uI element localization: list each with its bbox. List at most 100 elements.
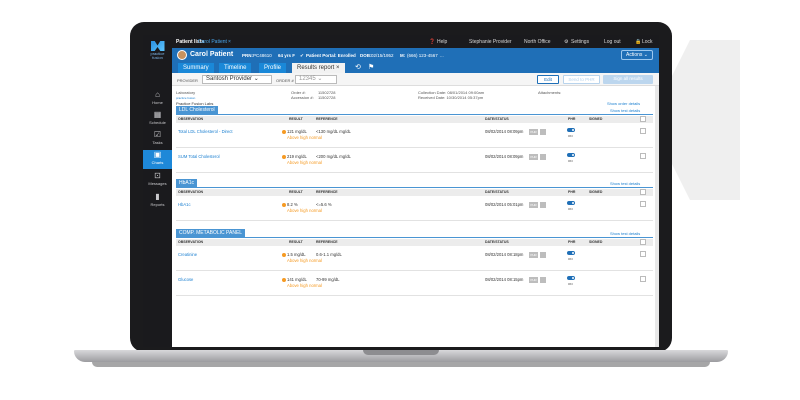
sidebar-item-tasks[interactable]: ☑ Tasks	[143, 130, 172, 149]
col-signed: SIGNED	[589, 190, 603, 194]
abnormal-flag: Above high normal	[287, 135, 322, 140]
lab-logo: practice fusion	[176, 96, 196, 100]
section-title: HbA1c	[176, 179, 198, 187]
dob-value: 02/15/1952	[371, 53, 394, 58]
phr-toggle-label: ON	[568, 282, 573, 286]
show-test-details-link[interactable]: Show test details	[610, 231, 640, 236]
inbox-icon: ⊡	[154, 171, 161, 180]
select-all-checkbox[interactable]	[640, 189, 646, 195]
user-menu[interactable]: Stephanie Provider	[469, 39, 512, 45]
col-reference: REFERENCE	[316, 240, 338, 244]
tab-timeline[interactable]: Timeline	[219, 63, 252, 73]
actions-button[interactable]: Actions ⌄	[621, 50, 653, 60]
attachments-label: Attachments:	[538, 90, 562, 95]
prn-value: PC48610	[253, 53, 272, 58]
tab-results-report[interactable]: Results report ×	[292, 63, 345, 73]
top-bar: Patient lists Carol Patient × ❓ Help Ste…	[172, 35, 659, 48]
table-row[interactable]: HbA1c 8.2 % Above high normal <=5.6 % 08…	[176, 197, 653, 221]
order-select[interactable]: 12345 ⌄	[295, 75, 337, 84]
col-date-status: DATE/STATUS	[485, 240, 509, 244]
accession-number: 11502728	[318, 95, 336, 100]
document-icon[interactable]	[540, 252, 546, 258]
phone-label: M:	[400, 53, 406, 58]
observation-link[interactable]: HbA1c	[178, 202, 191, 207]
document-icon[interactable]	[540, 202, 546, 208]
section-divider	[176, 114, 653, 115]
table-row[interactable]: Creatinine 1.5 mg/dL Above high normal 0…	[176, 247, 653, 271]
phr-toggle[interactable]	[567, 251, 575, 255]
phr-toggle[interactable]	[567, 276, 575, 280]
history-icon[interactable]: ⟲	[355, 63, 361, 71]
accession-label: Accession #:	[291, 95, 314, 100]
col-signed: SIGNED	[589, 240, 603, 244]
result-date: 08/02/2014 05:01pm	[485, 202, 524, 207]
section-title: COMP. METABOLIC PANEL	[176, 229, 246, 237]
reference-range: 0.6-1.1 mg/dL	[316, 252, 342, 257]
signed-checkbox[interactable]	[640, 276, 646, 282]
tab-profile[interactable]: Profile	[259, 63, 287, 73]
signed-checkbox[interactable]	[640, 153, 646, 159]
provider-select[interactable]: Santosh Provider ⌄	[202, 75, 272, 84]
observation-link[interactable]: Total LDL Cholesterol - Direct	[178, 129, 233, 134]
table-row[interactable]: Glucose 141 mg/dL Above high normal 70-9…	[176, 271, 653, 296]
logo-text: practice fusion	[150, 51, 165, 60]
table-row[interactable]: Total LDL Cholesterol - Direct 121 mg/dL…	[176, 124, 653, 148]
portal-check-icon: ✔	[300, 53, 304, 58]
observation-link[interactable]: Creatinine	[178, 252, 197, 257]
order-label: ORDER #	[276, 78, 294, 83]
section-title: LDL Cholesterol	[176, 106, 218, 114]
reference-range: 70-99 mg/dL	[316, 277, 340, 282]
sidebar-item-label: Tasks	[152, 140, 163, 145]
col-date-status: DATE/STATUS	[485, 190, 509, 194]
phr-toggle-label: ON	[568, 207, 573, 211]
tab-summary[interactable]: Summary	[178, 63, 214, 73]
document-icon[interactable]	[540, 277, 546, 283]
sign-all-results-button[interactable]: Sign all results	[603, 75, 653, 84]
select-all-checkbox[interactable]	[640, 116, 646, 122]
signed-checkbox[interactable]	[640, 128, 646, 134]
sidebar-item-schedule[interactable]: ▦ Schedule	[143, 110, 172, 129]
send-to-phr-button[interactable]: Send to PHR	[563, 75, 600, 84]
phr-toggle[interactable]	[567, 128, 575, 132]
office-menu[interactable]: North Office	[524, 39, 551, 45]
close-patient-tab-icon[interactable]: ×	[228, 39, 231, 45]
signed-checkbox[interactable]	[640, 251, 646, 257]
laptop-notch	[363, 350, 439, 355]
phr-toggle[interactable]	[567, 153, 575, 157]
logout-link[interactable]: Log out	[604, 39, 621, 45]
sidebar-item-charts[interactable]: ▣ Charts	[143, 150, 172, 169]
observation-link[interactable]: SUM Total Cholesterol	[178, 154, 220, 159]
order-value: 12345	[299, 76, 316, 82]
settings-link[interactable]: Settings	[571, 39, 589, 45]
sidebar-item-label: Home	[152, 100, 163, 105]
section-divider	[176, 187, 653, 188]
show-test-details-link[interactable]: Show test details	[610, 108, 640, 113]
document-icon[interactable]	[540, 129, 546, 135]
patient-header: Carol Patient PRN: PC48610 64 yrs F ✔ Pa…	[172, 48, 659, 62]
lock-link[interactable]: Lock	[642, 39, 653, 45]
provider-value: Santosh Provider	[206, 76, 253, 82]
select-all-checkbox[interactable]	[640, 239, 646, 245]
patient-tab[interactable]: Carol Patient	[198, 39, 227, 45]
sidebar-item-messages[interactable]: ⊡ Messages	[143, 171, 172, 190]
show-order-details-link[interactable]: Show order details	[607, 101, 640, 106]
flag-icon[interactable]: ⚑	[368, 63, 374, 71]
observation-link[interactable]: Glucose	[178, 277, 193, 282]
signed-checkbox[interactable]	[640, 201, 646, 207]
abnormal-flag: Above high normal	[287, 258, 322, 263]
help-menu[interactable]: Help	[437, 39, 447, 45]
document-icon[interactable]	[540, 154, 546, 160]
scrollbar[interactable]	[655, 86, 659, 347]
sidebar-item-reports[interactable]: ▮ Reports	[143, 192, 172, 211]
col-observation: OBSERVATION	[178, 190, 204, 194]
logo[interactable]: practice fusion	[146, 41, 169, 60]
show-test-details-link[interactable]: Show test details	[610, 181, 640, 186]
sidebar-item-home[interactable]: ⌂ Home	[143, 90, 172, 109]
help-icon: ❓	[429, 39, 436, 45]
phr-toggle[interactable]	[567, 201, 575, 205]
edit-button[interactable]: Edit	[537, 75, 559, 84]
col-reference: REFERENCE	[316, 117, 338, 121]
laptop-shadow	[92, 362, 710, 367]
table-row[interactable]: SUM Total Cholesterol 219 mg/dL Above hi…	[176, 148, 653, 173]
more-info-button[interactable]: ...	[440, 53, 444, 58]
